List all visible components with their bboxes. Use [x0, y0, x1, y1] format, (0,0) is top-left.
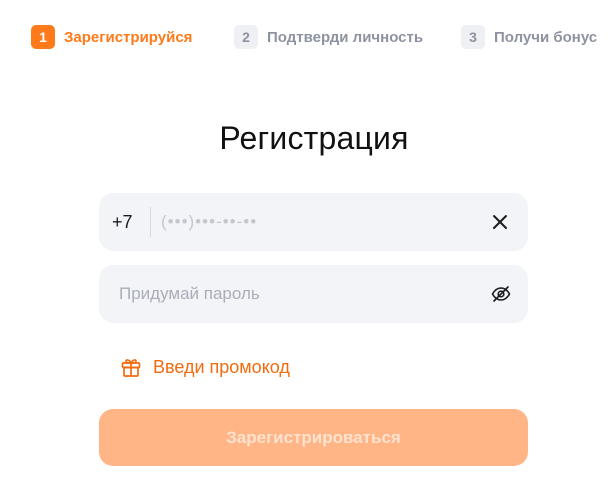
- step-number: 3: [461, 25, 485, 49]
- step-number: 1: [31, 25, 55, 49]
- promo-code-label: Введи промокод: [153, 356, 290, 377]
- step-label: Зарегистрируйся: [64, 28, 193, 46]
- gift-icon: [120, 356, 142, 378]
- step-get-bonus: 3 Получи бонус: [461, 24, 597, 50]
- promo-code-link[interactable]: Введи промокод: [120, 354, 290, 380]
- step-verify-identity: 2 Подтверди личность: [234, 24, 423, 50]
- page-title: Регистрация: [219, 120, 409, 156]
- field-divider: [150, 207, 151, 237]
- password-input[interactable]: [119, 265, 469, 323]
- step-register: 1 Зарегистрируйся: [31, 24, 192, 50]
- phone-input[interactable]: [161, 193, 471, 251]
- registration-page: 1 Зарегистрируйся 2 Подтверди личность 3…: [0, 0, 610, 478]
- step-number: 2: [234, 25, 258, 49]
- registration-stepper: 1 Зарегистрируйся 2 Подтверди личность 3…: [31, 24, 600, 50]
- phone-field[interactable]: +7: [99, 193, 528, 251]
- close-icon[interactable]: [490, 212, 510, 232]
- password-field[interactable]: [99, 265, 528, 323]
- country-code: +7: [112, 212, 133, 232]
- step-label: Получи бонус: [494, 28, 598, 46]
- eye-off-icon[interactable]: [490, 283, 512, 305]
- step-label: Подтверди личность: [267, 28, 424, 46]
- register-button[interactable]: Зарегистрироваться: [99, 409, 528, 466]
